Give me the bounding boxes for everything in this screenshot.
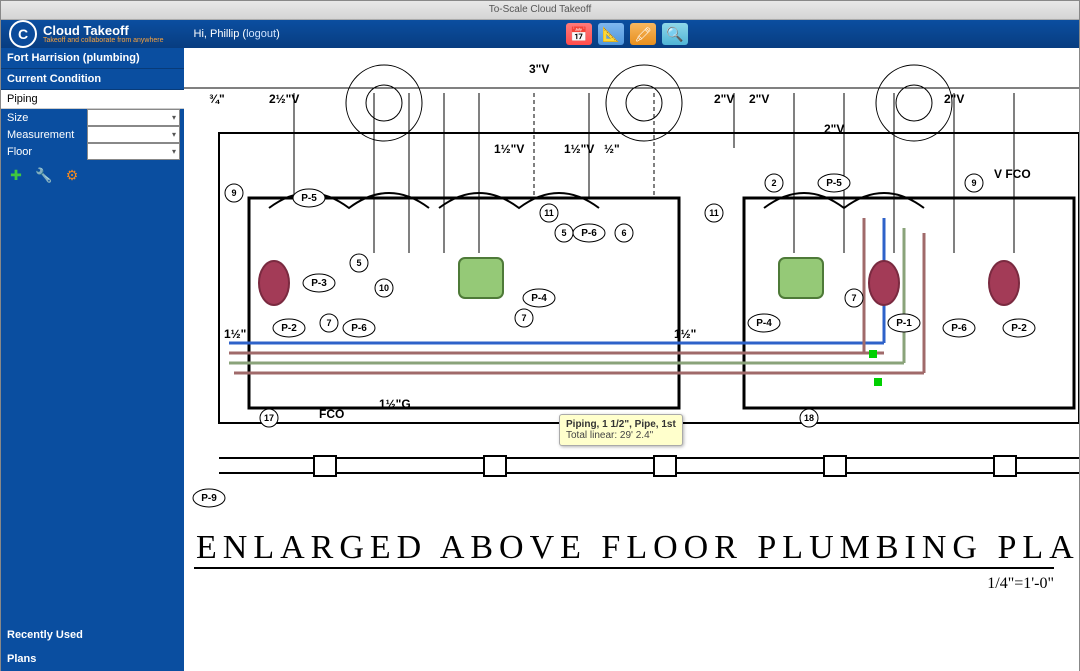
condition-name-input[interactable] — [5, 92, 184, 106]
project-name[interactable]: Fort Harrision (plumbing) — [1, 48, 184, 69]
svg-text:P-6: P-6 — [581, 228, 597, 239]
svg-text:7: 7 — [851, 293, 856, 303]
recently-used-section[interactable]: Recently Used — [1, 623, 184, 647]
prop-floor-label: Floor — [1, 146, 87, 158]
svg-text:P-5: P-5 — [301, 193, 317, 204]
svg-text:¾": ¾" — [209, 92, 225, 106]
svg-text:P-1: P-1 — [896, 318, 912, 329]
app-logo: C Cloud Takeoff Takeoff and collaborate … — [1, 20, 164, 48]
logout-link[interactable]: logout — [246, 28, 276, 40]
svg-text:6: 6 — [621, 228, 626, 238]
plans-section[interactable]: Plans — [1, 647, 184, 671]
takeoff-tooltip: Piping, 1 1/2", Pipe, 1st Total linear: … — [559, 414, 683, 446]
svg-text:10: 10 — [379, 283, 389, 293]
topbar-icon-row: 📅 📐 🖍 🔍 — [566, 20, 688, 48]
app-tagline: Takeoff and collaborate from anywhere — [43, 37, 164, 44]
svg-text:½": ½" — [604, 142, 620, 156]
svg-text:1½"V: 1½"V — [494, 142, 524, 156]
wrench-icon[interactable]: 🔧 — [35, 166, 53, 184]
svg-text:P-4: P-4 — [531, 293, 547, 304]
svg-text:V FCO: V FCO — [994, 167, 1031, 181]
svg-text:1½"V: 1½"V — [564, 142, 594, 156]
svg-text:17: 17 — [264, 413, 274, 423]
condition-tools: ✚ 🔧 ⚙ — [1, 160, 184, 190]
sidebar: Fort Harrision (plumbing) Current Condit… — [1, 48, 184, 671]
svg-text:11: 11 — [544, 208, 554, 218]
drawing-scale: 1/4"=1'-0" — [987, 575, 1054, 592]
svg-text:7: 7 — [326, 318, 331, 328]
svg-text:2½"V: 2½"V — [269, 92, 299, 106]
add-condition-icon[interactable]: ✚ — [7, 166, 25, 184]
svg-text:18: 18 — [804, 413, 814, 423]
tooltip-total: Total linear: 29' 2.4" — [566, 430, 676, 441]
tooltip-title: Piping, 1 1/2", Pipe, 1st — [566, 419, 676, 430]
prop-floor-select[interactable]: 1st▾ — [87, 143, 180, 160]
svg-text:P-3: P-3 — [311, 278, 327, 289]
svg-text:P-6: P-6 — [351, 323, 367, 334]
drawing-title: ENLARGED ABOVE FLOOR PLUMBING PLAN — [196, 529, 1079, 566]
logo-icon: C — [9, 20, 37, 48]
svg-text:P-6: P-6 — [951, 323, 967, 334]
svg-text:2"V: 2"V — [824, 122, 844, 136]
svg-text:5: 5 — [356, 258, 361, 268]
chevron-down-icon: ▾ — [172, 147, 176, 156]
prop-size-select[interactable]: 1 1/2"▾ — [87, 109, 180, 126]
svg-text:1½": 1½" — [674, 327, 696, 341]
svg-text:1½"G: 1½"G — [379, 397, 411, 411]
search-icon[interactable]: 🔍 — [662, 23, 688, 45]
drawing-canvas[interactable]: ¾" 2½"V 3"V 2"V 2"V 2"V 2"V 1½"V ½" 1½"V… — [184, 48, 1079, 671]
svg-text:2"V: 2"V — [714, 92, 734, 106]
condition-properties: Size1 1/2"▾MeasurementPipe▾Floor1st▾ — [1, 109, 184, 160]
svg-text:P-2: P-2 — [281, 323, 297, 334]
svg-text:P-5: P-5 — [826, 178, 842, 189]
calendar-icon[interactable]: 📅 — [566, 23, 592, 45]
window-titlebar: To-Scale Cloud Takeoff — [1, 1, 1079, 20]
blueprint-plan: ¾" 2½"V 3"V 2"V 2"V 2"V 2"V 1½"V ½" 1½"V… — [184, 48, 1079, 671]
svg-text:FCO: FCO — [319, 407, 344, 421]
estimate-icon[interactable]: 📐 — [598, 23, 624, 45]
svg-text:P-9: P-9 — [201, 493, 217, 504]
svg-text:1½": 1½" — [224, 327, 246, 341]
svg-text:P-2: P-2 — [1011, 323, 1027, 334]
svg-text:P-4: P-4 — [756, 318, 772, 329]
prop-size-label: Size — [1, 112, 87, 124]
svg-text:11: 11 — [709, 208, 719, 218]
svg-text:3"V: 3"V — [529, 62, 549, 76]
markup-icon[interactable]: 🖍 — [630, 23, 656, 45]
top-bar: C Cloud Takeoff Takeoff and collaborate … — [1, 20, 1079, 48]
svg-text:5: 5 — [561, 228, 566, 238]
svg-text:9: 9 — [971, 178, 976, 188]
svg-text:2"V: 2"V — [749, 92, 769, 106]
app-name: Cloud Takeoff — [43, 24, 164, 37]
svg-text:2: 2 — [771, 178, 776, 188]
chevron-down-icon: ▾ — [172, 130, 176, 139]
user-greeting: Hi, Phillip (logout) — [194, 28, 280, 40]
svg-text:7: 7 — [521, 313, 526, 323]
prop-measurement-select[interactable]: Pipe▾ — [87, 126, 180, 143]
svg-text:9: 9 — [231, 188, 236, 198]
current-condition-header[interactable]: Current Condition — [1, 69, 184, 90]
svg-text:2"V: 2"V — [944, 92, 964, 106]
settings-gear-icon[interactable]: ⚙ — [63, 166, 81, 184]
chevron-down-icon: ▾ — [172, 113, 176, 122]
prop-measurement-label: Measurement — [1, 129, 87, 141]
